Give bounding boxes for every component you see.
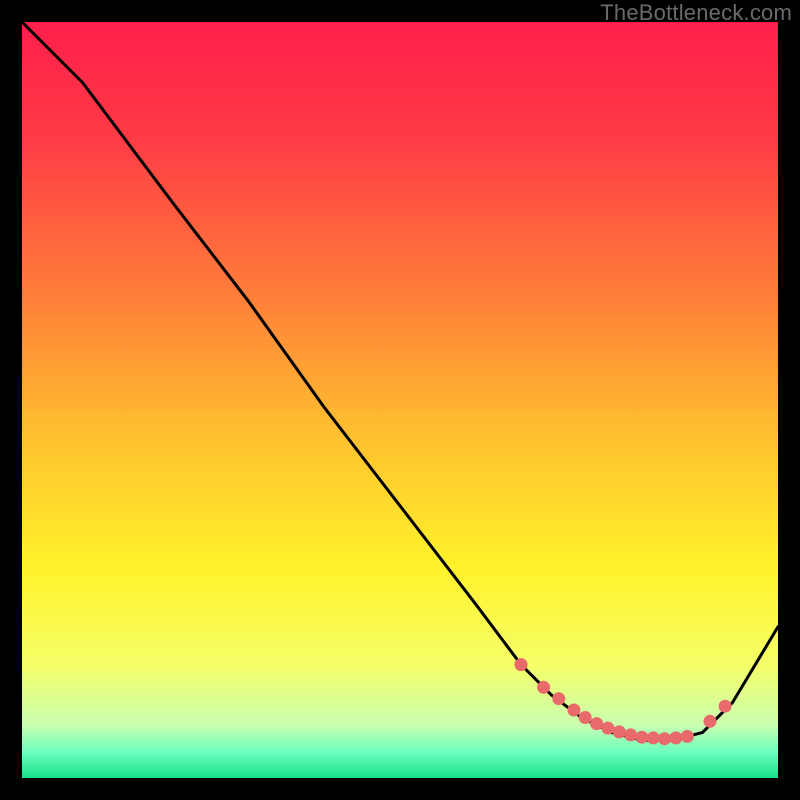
- chart-marker-dot: [537, 681, 550, 694]
- chart-marker-dot: [624, 728, 637, 741]
- chart-marker-dot: [590, 717, 603, 730]
- chart-marker-dot: [601, 722, 614, 735]
- chart-marker-dot: [658, 732, 671, 745]
- chart-marker-dot: [669, 731, 682, 744]
- chart-marker-dot: [579, 711, 592, 724]
- chart-marker-dot: [515, 658, 528, 671]
- chart-marker-dot: [635, 731, 648, 744]
- watermark-text: TheBottleneck.com: [600, 0, 792, 26]
- chart-plot: [22, 22, 778, 778]
- chart-background: [22, 22, 778, 778]
- chart-marker-dot: [681, 730, 694, 743]
- chart-stage: TheBottleneck.com: [0, 0, 800, 800]
- chart-marker-dot: [552, 692, 565, 705]
- chart-marker-dot: [567, 704, 580, 717]
- chart-marker-dot: [647, 731, 660, 744]
- chart-marker-dot: [719, 700, 732, 713]
- chart-marker-dot: [704, 715, 717, 728]
- chart-marker-dot: [613, 725, 626, 738]
- chart-svg: [22, 22, 778, 778]
